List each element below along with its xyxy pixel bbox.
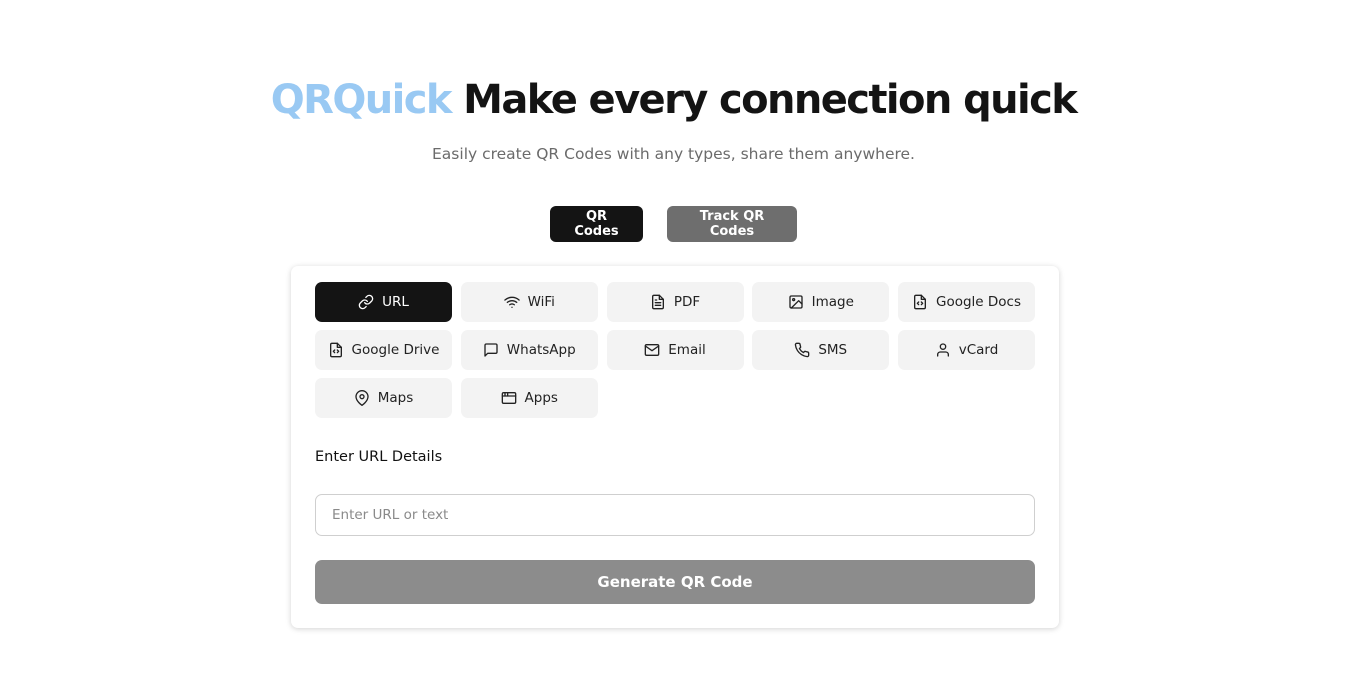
file-code-icon [913,294,926,310]
file-text-icon [651,294,664,310]
brand-name: QRQuick [270,77,453,123]
user-icon [936,343,949,357]
qr-type-url[interactable]: URL [315,282,452,322]
qr-type-label: Google Drive [351,342,440,358]
app-window-icon [501,392,516,404]
hero-subtitle: Easily create QR Codes with any types, s… [432,145,915,163]
qr-type-image[interactable]: Image [752,282,890,322]
qr-type-google-docs[interactable]: Google Docs [898,282,1035,322]
url-input[interactable] [315,494,1035,536]
wifi-icon [503,296,520,308]
qr-type-label: WhatsApp [506,342,576,358]
map-pin-icon [355,390,369,406]
qr-type-whatsapp[interactable]: WhatsApp [460,330,598,370]
qr-type-label: Image [811,294,854,310]
hero: QRQuick Make every connection quick Easi… [0,72,1347,164]
file-code-icon [329,342,342,358]
qr-type-sms[interactable]: SMS [752,330,890,370]
qr-type-wifi[interactable]: WiFi [460,282,598,322]
qr-type-label: Google Docs [935,294,1021,310]
mail-icon [644,344,660,356]
tab-track-qr-codes[interactable]: Track QR Codes [667,206,797,242]
qr-type-grid: URL WiFi PDF Image Google Docs Google Dr… [315,282,1035,418]
qr-type-maps[interactable]: Maps [315,378,452,418]
qr-type-label: PDF [673,294,701,310]
headline-tagline: Make every connection quick [463,77,1078,123]
qr-type-label: URL [382,294,409,310]
qr-type-apps[interactable]: Apps [460,378,598,418]
generate-qr-button[interactable]: Generate QR Code [315,560,1035,604]
page-title: QRQuick Make every connection quick [0,72,1347,128]
qr-type-label: Maps [377,390,414,406]
qr-type-label: Apps [524,390,558,406]
mode-tabs: QR Codes Track QR Codes [0,206,1347,242]
qr-type-vcard[interactable]: vCard [898,330,1035,370]
qr-type-label: Email [668,342,706,358]
qr-type-email[interactable]: Email [606,330,744,370]
generator-card: URL WiFi PDF Image Google Docs Google Dr… [291,266,1059,628]
image-icon [788,295,803,309]
qr-type-label: SMS [818,342,848,358]
qr-type-label: vCard [958,342,999,358]
tab-qr-codes[interactable]: QR Codes [550,206,643,242]
url-details-label: Enter URL Details [315,449,443,465]
qr-type-label: WiFi [527,294,555,310]
qr-type-pdf[interactable]: PDF [606,282,744,322]
message-square-icon [484,343,498,357]
phone-icon [795,342,810,358]
link-icon [358,294,374,310]
qr-type-google-drive[interactable]: Google Drive [315,330,452,370]
